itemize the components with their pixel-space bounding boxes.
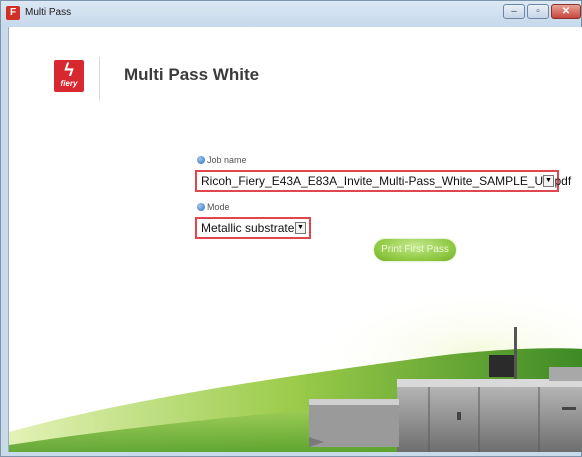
printer-body bbox=[397, 379, 582, 452]
close-button[interactable]: ✕ bbox=[551, 4, 581, 19]
printer-output-tray bbox=[549, 367, 582, 381]
app-window: F Multi Pass ‒ ▫ ✕ ϟ fiery Multi Pass Wh… bbox=[0, 0, 582, 457]
job-name-value: Ricoh_Fiery_E43A_E83A_Invite_Multi-Pass_… bbox=[201, 174, 572, 188]
fiery-bolt-icon: ϟ bbox=[64, 60, 74, 80]
maximize-icon: ▫ bbox=[536, 6, 540, 17]
fiery-logo-text: fiery bbox=[60, 79, 78, 88]
window-title: Multi Pass bbox=[25, 7, 72, 18]
minimize-button[interactable]: ‒ bbox=[503, 4, 525, 19]
title-bar[interactable]: F Multi Pass ‒ ▫ ✕ bbox=[1, 1, 581, 27]
minimize-icon: ‒ bbox=[511, 6, 517, 17]
close-icon: ✕ bbox=[561, 6, 571, 17]
page-title: Multi Pass White bbox=[124, 65, 260, 84]
background-illustration bbox=[9, 287, 582, 452]
mode-label-text: Mode bbox=[207, 202, 230, 212]
mode-value: Metallic substrate bbox=[201, 221, 295, 235]
chevron-down-icon[interactable]: ▼ bbox=[295, 222, 306, 234]
job-name-select[interactable]: Ricoh_Fiery_E43A_E83A_Invite_Multi-Pass_… bbox=[195, 170, 571, 192]
info-dot-icon bbox=[197, 203, 205, 211]
printer-handle bbox=[457, 412, 461, 420]
mode-label: Mode bbox=[197, 202, 230, 212]
printer-feeder bbox=[309, 399, 399, 447]
maximize-button[interactable]: ▫ bbox=[527, 4, 549, 19]
printer-control-panel bbox=[489, 355, 515, 377]
job-name-label-text: Job name bbox=[207, 155, 247, 165]
mode-select[interactable]: Metallic substrate ▼ bbox=[195, 217, 311, 239]
main-panel: ϟ fiery Multi Pass White Job name Ricoh_… bbox=[8, 27, 582, 452]
print-first-pass-button[interactable]: Print First Pass bbox=[374, 239, 456, 261]
chevron-down-icon[interactable]: ▼ bbox=[543, 175, 554, 187]
printer-feeder-top bbox=[309, 399, 399, 405]
header-divider bbox=[99, 57, 100, 101]
app-icon: F bbox=[6, 6, 20, 20]
printer-panel-arm bbox=[514, 327, 517, 379]
printer-handle bbox=[562, 407, 576, 410]
job-name-label: Job name bbox=[197, 155, 247, 165]
fiery-logo: ϟ fiery bbox=[54, 60, 84, 92]
window-controls: ‒ ▫ ✕ bbox=[501, 4, 581, 20]
info-dot-icon bbox=[197, 156, 205, 164]
